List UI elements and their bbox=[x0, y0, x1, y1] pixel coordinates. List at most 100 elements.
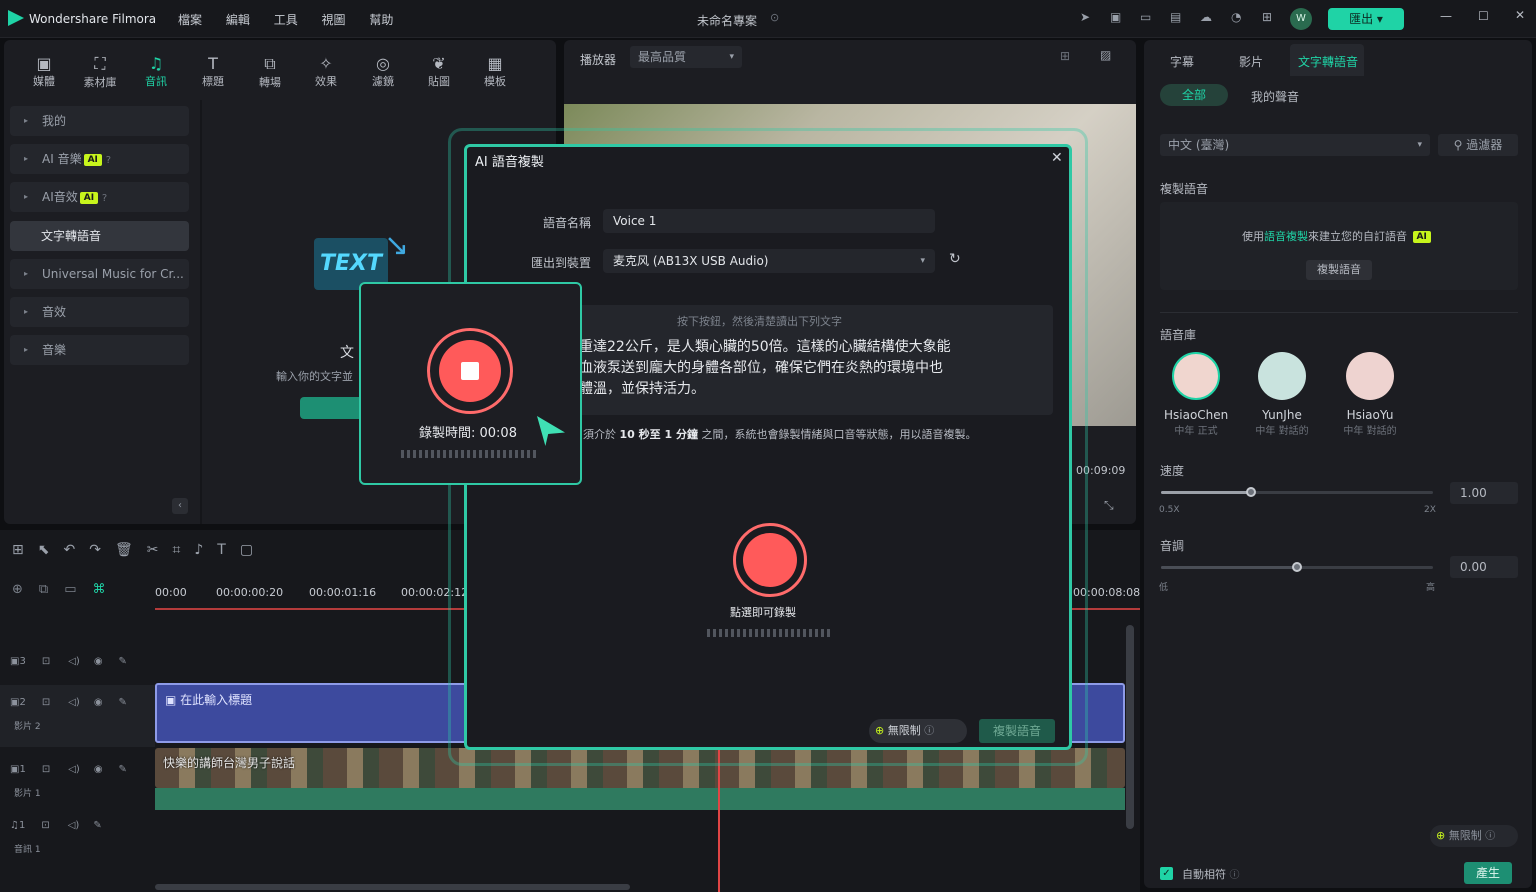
category-ai-sfx[interactable]: ▸ AI音效 AI ? bbox=[10, 182, 189, 212]
filmora-logo-icon bbox=[8, 10, 24, 26]
quality-select[interactable]: 最高品質 ▾ bbox=[630, 46, 742, 68]
cloud-icon[interactable]: ☁ bbox=[1200, 10, 1212, 24]
speed-input[interactable]: 1.00 bbox=[1450, 482, 1518, 504]
chevron-down-icon: ▾ bbox=[920, 256, 925, 266]
title-clip-icon: ▣ bbox=[165, 693, 177, 707]
mask-icon[interactable]: ▢ bbox=[240, 542, 267, 558]
clone-section-label: 複製語音 bbox=[1160, 182, 1209, 196]
tab-video[interactable]: 影片 bbox=[1239, 53, 1263, 70]
grid-view-icon[interactable]: ⊞ bbox=[1060, 49, 1070, 63]
script-line: 重達22公斤，是人類心臟的50倍。這樣的心臟結構使大象能 bbox=[579, 339, 951, 355]
menu-edit[interactable]: 編輯 bbox=[226, 13, 250, 27]
tab-subtitles[interactable]: 字幕 bbox=[1170, 53, 1194, 70]
filter-button[interactable]: ⚲ 過濾器 bbox=[1438, 134, 1518, 156]
voice-card-yunjhe[interactable]: YunJhe 中年 對話的 bbox=[1250, 350, 1314, 437]
category-universal-music[interactable]: ▸ Universal Music for Cr... bbox=[10, 259, 189, 289]
cursor-pointer-icon bbox=[537, 416, 565, 446]
menu-tools[interactable]: 工具 bbox=[274, 13, 298, 27]
pitch-slider-knob[interactable] bbox=[1292, 562, 1302, 572]
subtab-all[interactable]: 全部 bbox=[1160, 84, 1228, 106]
send-icon[interactable]: ➤ bbox=[1080, 10, 1090, 24]
toolbar-library[interactable]: ⛶ 素材庫 bbox=[76, 54, 124, 90]
generate-button[interactable]: 產生 bbox=[1464, 862, 1512, 884]
stop-recording-button[interactable] bbox=[427, 328, 513, 414]
category-ai-music[interactable]: ▸ AI 音樂 AI ? bbox=[10, 144, 189, 174]
speed-min: 0.5X bbox=[1159, 505, 1180, 515]
toolbar-filters[interactable]: ◎ 濾鏡 bbox=[359, 54, 407, 89]
recording-time: 錄製時間: 00:08 bbox=[419, 426, 517, 441]
promo-subtitle: 輸入你的文字並 bbox=[276, 370, 353, 383]
avatar bbox=[1346, 352, 1394, 400]
text-icon[interactable]: T bbox=[217, 542, 240, 558]
auto-match-checkbox[interactable]: ✓ bbox=[1160, 867, 1173, 880]
clone-hint: 使用語音複製來建立您的自訂語音 AI bbox=[1242, 228, 1431, 244]
menu-view[interactable]: 視圖 bbox=[322, 13, 346, 27]
record-button[interactable] bbox=[733, 523, 807, 597]
script-line: 體溫，並保持活力。 bbox=[579, 381, 705, 397]
undo-icon[interactable]: ↶ bbox=[63, 542, 89, 558]
voice-card-hsiaochen[interactable]: HsiaoChen 中年 正式 bbox=[1164, 350, 1228, 437]
divider bbox=[200, 100, 202, 524]
promo-start-button[interactable] bbox=[300, 397, 364, 419]
unlimited-badge[interactable]: ⊕ 無限制 ⓘ bbox=[869, 719, 967, 743]
export-button[interactable]: 匯出 ▾ bbox=[1328, 8, 1404, 30]
collapse-sidebar-icon[interactable]: ‹ bbox=[172, 498, 188, 514]
horizontal-scrollbar[interactable] bbox=[155, 884, 630, 890]
subtab-my-voice[interactable]: 我的聲音 bbox=[1251, 88, 1299, 105]
ai-icon[interactable]: ▭ bbox=[64, 582, 92, 597]
tab-text-to-speech[interactable]: 文字轉語音 bbox=[1290, 44, 1364, 76]
crop-icon[interactable]: ⌗ bbox=[172, 542, 194, 558]
voice-name-input[interactable]: Voice 1 bbox=[603, 209, 935, 233]
category-mine[interactable]: ▸ 我的 bbox=[10, 106, 189, 136]
refresh-icon[interactable]: ↻ bbox=[949, 251, 961, 267]
headset-icon[interactable]: ◔ bbox=[1231, 10, 1241, 24]
speed-max: 2X bbox=[1424, 505, 1436, 515]
filter-icon: ⚲ bbox=[1453, 138, 1463, 152]
select-icon[interactable]: ⬉ bbox=[38, 542, 64, 558]
snap-icon[interactable]: ⌘ bbox=[93, 582, 122, 597]
layout-icon[interactable]: ▭ bbox=[1140, 10, 1151, 24]
voice-name-label: 語音名稱 bbox=[543, 216, 592, 230]
toolbar-audio[interactable]: ♫ 音訊 bbox=[132, 54, 180, 89]
vertical-scrollbar[interactable] bbox=[1126, 625, 1134, 829]
category-text-to-speech[interactable]: 文字轉語音 bbox=[10, 221, 189, 251]
link-icon[interactable]: ⧉ bbox=[39, 582, 64, 597]
toolbar-templates[interactable]: ▦ 模板 bbox=[471, 54, 519, 89]
grid-icon[interactable]: ⊞ bbox=[1262, 10, 1272, 24]
snapshot-icon[interactable]: ▨ bbox=[1100, 48, 1111, 62]
redo-icon[interactable]: ↷ bbox=[89, 542, 115, 558]
toolbar-stickers[interactable]: ❦ 貼圖 bbox=[415, 54, 463, 89]
voice-library-label: 語音庫 bbox=[1160, 328, 1197, 342]
unlimited-badge[interactable]: ⊕ 無限制 ⓘ bbox=[1430, 825, 1518, 847]
language-select[interactable]: 中文 (臺灣) ▾ bbox=[1160, 134, 1430, 156]
split-icon[interactable]: ✂ bbox=[147, 542, 173, 558]
toolbar-titles[interactable]: T 標題 bbox=[189, 54, 237, 89]
menu-help[interactable]: 幫助 bbox=[369, 13, 393, 27]
toolbar-media[interactable]: ▣ 媒體 bbox=[20, 54, 68, 89]
speed-slider-knob[interactable] bbox=[1245, 487, 1256, 497]
pitch-input[interactable]: 0.00 bbox=[1450, 556, 1518, 578]
add-track-icon[interactable]: ⊕ bbox=[12, 582, 39, 597]
speed-slider[interactable] bbox=[1161, 491, 1433, 494]
help-icon: ⓘ bbox=[1485, 831, 1496, 842]
close-window-icon[interactable]: ✕ bbox=[1515, 8, 1525, 22]
dialog-close-icon[interactable]: ✕ bbox=[1051, 150, 1063, 166]
device-select[interactable]: 麦克风 (AB13X USB Audio) ▾ bbox=[603, 249, 935, 273]
menu-file[interactable]: 檔案 bbox=[178, 13, 202, 27]
clone-voice-submit-button[interactable]: 複製語音 bbox=[979, 719, 1055, 743]
task-icon[interactable]: ▣ bbox=[1110, 10, 1121, 24]
avatar[interactable]: W bbox=[1290, 8, 1312, 30]
category-sound-effects[interactable]: ▸ 音效 bbox=[10, 297, 189, 327]
minimize-icon[interactable]: — bbox=[1440, 9, 1452, 23]
toolbar-transitions[interactable]: ⧉ 轉場 bbox=[246, 54, 294, 90]
layout-icon[interactable]: ⊞ bbox=[12, 542, 38, 558]
delete-icon[interactable]: 🗑 bbox=[115, 542, 147, 558]
category-music[interactable]: ▸ 音樂 bbox=[10, 335, 189, 365]
voice-card-hsiaoyu[interactable]: HsiaoYu 中年 對話的 bbox=[1338, 350, 1402, 437]
save-icon[interactable]: ▤ bbox=[1170, 10, 1181, 24]
clone-voice-button[interactable]: 複製語音 bbox=[1306, 260, 1372, 280]
maximize-icon[interactable]: ☐ bbox=[1478, 9, 1489, 23]
audio-icon[interactable]: ♪ bbox=[194, 542, 217, 558]
toolbar-effects[interactable]: ✧ 效果 bbox=[302, 54, 350, 89]
fullscreen-icon[interactable]: ⤡ bbox=[1104, 498, 1114, 513]
